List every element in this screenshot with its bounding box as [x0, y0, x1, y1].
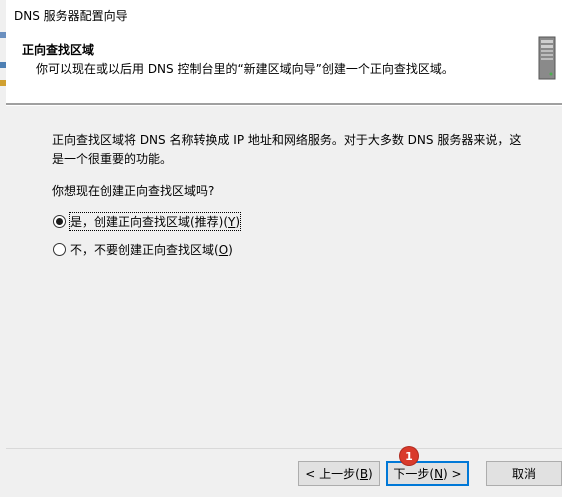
annotation-badge: 1 [400, 447, 418, 465]
wizard-header: 正向查找区域 你可以现在或以后用 DNS 控制台里的“新建区域向导”创建一个正向… [6, 30, 562, 103]
radio-yes-label: 是，创建正向查找区域(推荐)(Y) [68, 211, 242, 231]
next-button[interactable]: 下一步(N) > [386, 461, 469, 486]
radio-no-label: 不，不要创建正向查找区域(O) [70, 242, 233, 257]
title-bar[interactable]: DNS 服务器配置向导 [6, 0, 562, 30]
radio-yes-create-zone[interactable]: 是，创建正向查找区域(推荐)(Y) [53, 211, 242, 231]
radio-button[interactable] [53, 242, 66, 256]
radio-button-selected[interactable] [53, 214, 66, 228]
server-icon [538, 36, 556, 80]
cancel-button[interactable]: 取消 [486, 461, 562, 486]
wizard-body: 正向查找区域将 DNS 名称转换成 IP 地址和网络服务。对于大多数 DNS 服… [6, 106, 562, 497]
page-subtitle: 你可以现在或以后用 DNS 控制台里的“新建区域向导”创建一个正向查找区域。 [36, 62, 454, 76]
description-line: 是一个很重要的功能。 [52, 152, 173, 166]
radio-no-create-zone[interactable]: 不，不要创建正向查找区域(O) [53, 240, 233, 258]
question-text: 你想现在创建正向查找区域吗? [52, 184, 215, 198]
window-title: DNS 服务器配置向导 [14, 9, 128, 23]
description-line: 正向查找区域将 DNS 名称转换成 IP 地址和网络服务。对于大多数 DNS 服… [52, 133, 522, 147]
back-button[interactable]: < 上一步(B) [298, 461, 380, 486]
description-text: 正向查找区域将 DNS 名称转换成 IP 地址和网络服务。对于大多数 DNS 服… [52, 131, 532, 169]
footer-divider [6, 448, 562, 449]
page-title: 正向查找区域 [22, 43, 95, 57]
